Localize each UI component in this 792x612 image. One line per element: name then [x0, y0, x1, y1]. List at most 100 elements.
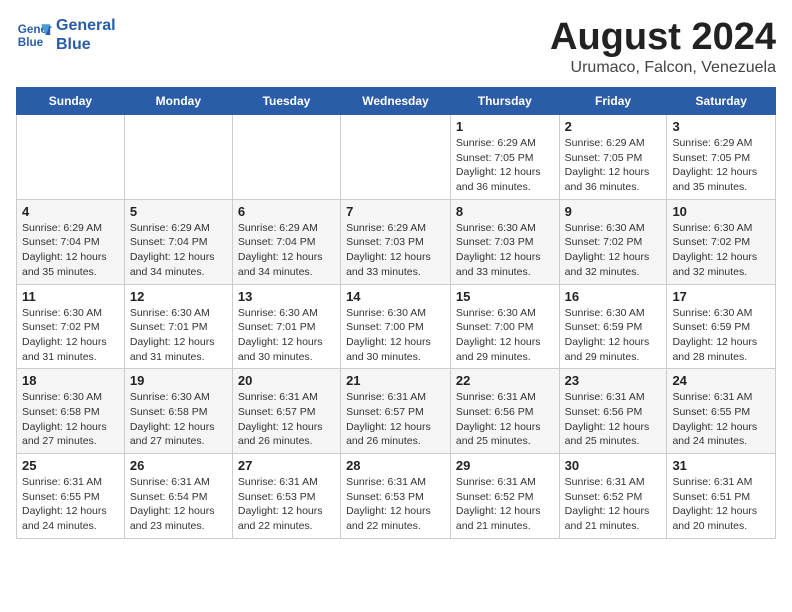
day-number: 16	[565, 289, 662, 304]
day-info-line: Sunrise: 6:29 AM	[238, 221, 335, 236]
calendar-cell: 20Sunrise: 6:31 AMSunset: 6:57 PMDayligh…	[232, 369, 340, 454]
day-info-line: Sunset: 7:00 PM	[456, 320, 554, 335]
day-info-line: and 21 minutes.	[565, 519, 662, 534]
day-info-line: Sunset: 7:00 PM	[346, 320, 445, 335]
day-info-line: Daylight: 12 hours	[456, 250, 554, 265]
day-number: 31	[672, 458, 770, 473]
header-cell-monday: Monday	[124, 88, 232, 115]
day-info-line: Daylight: 12 hours	[565, 504, 662, 519]
calendar-cell: 1Sunrise: 6:29 AMSunset: 7:05 PMDaylight…	[450, 115, 559, 200]
header-cell-saturday: Saturday	[667, 88, 776, 115]
day-info-line: Sunrise: 6:31 AM	[346, 390, 445, 405]
day-number: 18	[22, 373, 119, 388]
day-info-line: Sunrise: 6:30 AM	[672, 306, 770, 321]
day-info-line: Sunrise: 6:31 AM	[22, 475, 119, 490]
day-info-line: Daylight: 12 hours	[672, 165, 770, 180]
calendar-table: SundayMondayTuesdayWednesdayThursdayFrid…	[16, 87, 776, 539]
day-info-line: and 26 minutes.	[346, 434, 445, 449]
day-number: 30	[565, 458, 662, 473]
calendar-cell: 25Sunrise: 6:31 AMSunset: 6:55 PMDayligh…	[17, 454, 125, 539]
day-number: 27	[238, 458, 335, 473]
page-header: General Blue General Blue August 2024 Ur…	[16, 16, 776, 77]
day-info-line: and 32 minutes.	[672, 265, 770, 280]
day-info-line: Sunset: 6:58 PM	[22, 405, 119, 420]
calendar-cell: 10Sunrise: 6:30 AMSunset: 7:02 PMDayligh…	[667, 199, 776, 284]
title-block: August 2024 Urumaco, Falcon, Venezuela	[550, 16, 776, 77]
day-info-line: Sunrise: 6:30 AM	[130, 306, 227, 321]
day-number: 11	[22, 289, 119, 304]
day-info-line: Sunset: 7:03 PM	[456, 235, 554, 250]
day-info-line: Sunrise: 6:30 AM	[456, 221, 554, 236]
day-info-line: Sunset: 6:53 PM	[238, 490, 335, 505]
day-number: 10	[672, 204, 770, 219]
day-info-line: Daylight: 12 hours	[346, 420, 445, 435]
day-number: 13	[238, 289, 335, 304]
day-number: 12	[130, 289, 227, 304]
week-row-2: 4Sunrise: 6:29 AMSunset: 7:04 PMDaylight…	[17, 199, 776, 284]
day-info-line: and 34 minutes.	[130, 265, 227, 280]
day-info-line: Sunrise: 6:31 AM	[456, 475, 554, 490]
day-info-line: Daylight: 12 hours	[346, 250, 445, 265]
day-info-line: Daylight: 12 hours	[456, 504, 554, 519]
day-info-line: and 26 minutes.	[238, 434, 335, 449]
day-info-line: Sunset: 6:52 PM	[565, 490, 662, 505]
day-number: 23	[565, 373, 662, 388]
day-info-line: Daylight: 12 hours	[238, 504, 335, 519]
day-info-line: Sunrise: 6:30 AM	[22, 306, 119, 321]
header-cell-thursday: Thursday	[450, 88, 559, 115]
day-info-line: and 28 minutes.	[672, 350, 770, 365]
day-number: 22	[456, 373, 554, 388]
day-number: 8	[456, 204, 554, 219]
day-info-line: Sunrise: 6:30 AM	[672, 221, 770, 236]
day-info-line: and 33 minutes.	[456, 265, 554, 280]
calendar-cell: 9Sunrise: 6:30 AMSunset: 7:02 PMDaylight…	[559, 199, 667, 284]
day-info-line: Daylight: 12 hours	[238, 420, 335, 435]
day-info-line: and 29 minutes.	[456, 350, 554, 365]
day-info-line: Sunset: 6:59 PM	[565, 320, 662, 335]
day-info-line: Sunrise: 6:31 AM	[238, 475, 335, 490]
day-info-line: Sunset: 6:51 PM	[672, 490, 770, 505]
day-info-line: Sunset: 6:52 PM	[456, 490, 554, 505]
day-info-line: Sunset: 6:59 PM	[672, 320, 770, 335]
day-info-line: and 25 minutes.	[456, 434, 554, 449]
calendar-cell: 11Sunrise: 6:30 AMSunset: 7:02 PMDayligh…	[17, 284, 125, 369]
day-number: 20	[238, 373, 335, 388]
day-info-line: Sunset: 7:03 PM	[346, 235, 445, 250]
day-info-line: and 29 minutes.	[565, 350, 662, 365]
day-number: 25	[22, 458, 119, 473]
day-info-line: and 35 minutes.	[672, 180, 770, 195]
calendar-cell: 30Sunrise: 6:31 AMSunset: 6:52 PMDayligh…	[559, 454, 667, 539]
calendar-cell: 8 Sunrise: 6:30 AMSunset: 7:03 PMDaylight…	[450, 199, 559, 284]
day-info-line: Daylight: 12 hours	[565, 335, 662, 350]
day-number: 28	[346, 458, 445, 473]
day-info-line: Daylight: 12 hours	[238, 250, 335, 265]
day-info-line: Sunset: 7:01 PM	[238, 320, 335, 335]
day-info-line: Sunset: 6:53 PM	[346, 490, 445, 505]
day-number: 17	[672, 289, 770, 304]
calendar-cell: 28Sunrise: 6:31 AMSunset: 6:53 PMDayligh…	[341, 454, 451, 539]
day-info-line: Daylight: 12 hours	[456, 420, 554, 435]
day-info-line: and 31 minutes.	[130, 350, 227, 365]
day-number: 3	[672, 119, 770, 134]
calendar-cell: 18Sunrise: 6:30 AMSunset: 6:58 PMDayligh…	[17, 369, 125, 454]
day-info-line: Sunrise: 6:30 AM	[22, 390, 119, 405]
day-info-line: and 27 minutes.	[130, 434, 227, 449]
day-info-line: and 25 minutes.	[565, 434, 662, 449]
day-info-line: Sunset: 6:54 PM	[130, 490, 227, 505]
day-number: 6	[238, 204, 335, 219]
header-cell-sunday: Sunday	[17, 88, 125, 115]
day-info-line: and 33 minutes.	[346, 265, 445, 280]
day-info-line: Sunrise: 6:31 AM	[565, 390, 662, 405]
calendar-cell: 31Sunrise: 6:31 AMSunset: 6:51 PMDayligh…	[667, 454, 776, 539]
logo-blue: Blue	[56, 35, 116, 54]
day-info-line: Sunrise: 6:30 AM	[565, 306, 662, 321]
day-info-line: Sunrise: 6:30 AM	[456, 306, 554, 321]
day-info-line: Daylight: 12 hours	[672, 335, 770, 350]
week-row-5: 25Sunrise: 6:31 AMSunset: 6:55 PMDayligh…	[17, 454, 776, 539]
calendar-cell: 4Sunrise: 6:29 AMSunset: 7:04 PMDaylight…	[17, 199, 125, 284]
calendar-cell	[124, 115, 232, 200]
day-info-line: Sunset: 7:01 PM	[130, 320, 227, 335]
calendar-cell: 16 Sunrise: 6:30 AMSunset: 6:59 PMDayligh…	[559, 284, 667, 369]
logo: General Blue General Blue	[16, 16, 116, 54]
calendar-body: 1Sunrise: 6:29 AMSunset: 7:05 PMDaylight…	[17, 115, 776, 539]
